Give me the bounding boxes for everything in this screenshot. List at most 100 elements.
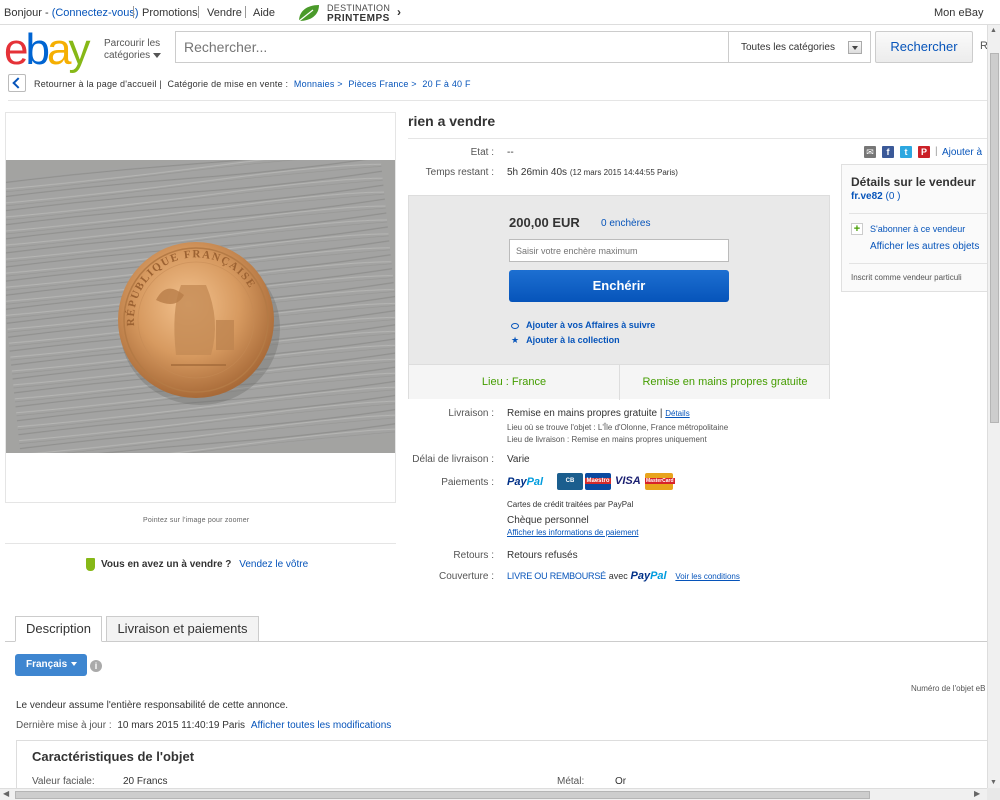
promo-line-2: PRINTEMPS — [327, 13, 390, 24]
promo-line-1: DESTINATION — [327, 3, 391, 13]
browse-line-2: catégories — [104, 50, 151, 61]
dropdown-arrow-icon — [848, 41, 862, 54]
divider — [5, 543, 396, 544]
watch-link[interactable]: Ajouter à vos Affaires à suivre — [511, 320, 655, 330]
seller-registered-text: Inscrit comme vendeur particuli — [851, 273, 962, 282]
shipping-details-link[interactable]: Détails — [665, 409, 689, 418]
breadcrumb-item[interactable]: Monnaies — [294, 79, 335, 89]
last-update: Dernière mise à jour : 10 mars 2015 11:4… — [16, 720, 391, 731]
collection-link[interactable]: ★ Ajouter à la collection — [511, 335, 620, 346]
promotions-link[interactable]: Promotions — [142, 7, 198, 19]
condition-value: -- — [507, 147, 514, 158]
help-link[interactable]: Aide — [253, 7, 275, 19]
condition-label: Etat : — [470, 147, 494, 158]
scrollbar-thumb[interactable] — [990, 53, 999, 423]
cards-note: Cartes de crédit traitées par PayPal — [507, 500, 634, 509]
scroll-up-icon[interactable]: ▲ — [990, 27, 997, 34]
ebay-logo[interactable]: ebay — [4, 28, 90, 72]
subscribe-seller-link[interactable]: S'abonner à ce vendeur — [870, 224, 965, 234]
tab-shipping-payments[interactable]: Livraison et paiements — [106, 616, 259, 642]
sign-in-link[interactable]: (Connectez-vous) — [52, 7, 139, 19]
back-arrow-button[interactable] — [8, 74, 26, 92]
breadcrumb-item[interactable]: 20 F à 40 F — [422, 79, 470, 89]
cheque-option: Chèque personnel — [507, 515, 589, 526]
seller-name[interactable]: fr.ve82 (0 ) — [851, 191, 900, 202]
bid-count-link[interactable]: 0 enchères — [601, 218, 650, 229]
divider — [849, 213, 989, 214]
countdown: 5h 26min 40s — [507, 167, 568, 178]
item-location-detail: Lieu où se trouve l'objet : L'Île d'Olon… — [507, 423, 729, 432]
returns-value: Retours refusés — [507, 550, 578, 561]
breadcrumb-item[interactable]: Pièces France — [348, 79, 408, 89]
sell-question: Vous en avez un à vendre ? — [101, 559, 232, 571]
leaf-icon — [298, 5, 319, 22]
search-box — [175, 31, 728, 63]
payments-label: Paiements : — [441, 477, 494, 488]
conditions-link[interactable]: Voir les conditions — [675, 572, 739, 581]
twitter-icon[interactable]: t — [900, 146, 912, 158]
facebook-icon[interactable]: f — [882, 146, 894, 158]
scrollbar-corner — [987, 788, 1000, 800]
back-home-link[interactable]: Retourner à la page d'accueil — [34, 79, 157, 89]
plus-icon[interactable]: + — [851, 223, 863, 235]
divider — [8, 100, 988, 101]
add-to-list-link[interactable]: Ajouter à — [942, 147, 982, 158]
item-photo[interactable]: RÉPUBLIQUE FRANÇAISE — [6, 160, 395, 453]
paypal-logo: PayPal — [630, 570, 667, 582]
eye-icon — [511, 322, 519, 329]
divider — [408, 138, 988, 139]
delivery-delay-label: Délai de livraison : — [412, 454, 494, 465]
paypal-logo: PayPal — [507, 476, 544, 488]
seller-responsibility-text: Le vendeur assume l'entière responsabili… — [16, 700, 289, 711]
chevron-right-icon: › — [397, 5, 401, 19]
info-icon[interactable]: i — [90, 660, 102, 672]
language-select-button[interactable]: Français — [15, 654, 87, 676]
delivery-delay-value: Varie — [507, 454, 530, 465]
scroll-down-icon[interactable]: ▼ — [990, 779, 997, 786]
browse-categories-button[interactable]: Parcourir les catégories — [104, 38, 162, 62]
current-price: 200,00 EUR — [509, 215, 580, 230]
caret-down-icon — [71, 662, 78, 667]
place-bid-button[interactable]: Enchérir — [509, 270, 729, 302]
seller-info-box: Détails sur le vendeur fr.ve82 (0 ) + S'… — [841, 164, 991, 292]
delivery-location: Lieu de livraison : Remise en mains prop… — [507, 435, 707, 444]
horizontal-scrollbar[interactable]: ◀ ▶ — [0, 788, 987, 800]
price-tag-icon — [86, 558, 95, 571]
scroll-right-icon[interactable]: ▶ — [974, 789, 980, 798]
search-button[interactable]: Rechercher — [875, 31, 973, 63]
breadcrumb-label: Catégorie de mise en vente : — [167, 79, 289, 89]
share-divider: | — [935, 146, 938, 157]
payment-info-link[interactable]: Afficher les informations de paiement — [507, 528, 638, 537]
tab-description[interactable]: Description — [15, 616, 102, 642]
returns-label: Retours : — [453, 550, 494, 561]
face-value-label: Valeur faciale: — [32, 776, 95, 787]
last-update-label: Dernière mise à jour : — [16, 720, 112, 731]
sell-link[interactable]: Vendre — [207, 7, 242, 19]
caret-down-icon — [153, 52, 162, 58]
mail-icon[interactable]: ✉ — [864, 146, 876, 158]
scroll-left-icon[interactable]: ◀ — [3, 789, 9, 798]
divider — [849, 263, 989, 264]
time-left-value: 5h 26min 40s (12 mars 2015 14:44:55 Pari… — [507, 167, 678, 178]
my-ebay-link[interactable]: Mon eBay — [934, 7, 984, 19]
vertical-scrollbar[interactable]: ▲ ▼ — [987, 25, 1000, 788]
view-modifications-link[interactable]: Afficher toutes les modifications — [251, 720, 391, 731]
pickup-option: Remise en mains propres gratuite — [642, 376, 808, 388]
search-input[interactable] — [176, 32, 728, 62]
breadcrumb-arrow: > — [411, 79, 417, 89]
face-value: 20 Francs — [123, 776, 168, 787]
bid-input-wrapper — [509, 239, 729, 262]
star-icon: ★ — [511, 335, 520, 345]
seller-other-items-link[interactable]: Afficher les autres objets — [870, 241, 979, 252]
scrollbar-thumb[interactable] — [15, 791, 870, 799]
sell-yours-link[interactable]: Vendez le vôtre — [239, 559, 308, 570]
metal-value: Or — [615, 776, 627, 787]
time-left-label: Temps restant : — [425, 167, 494, 178]
breadcrumb-arrow: > — [337, 79, 343, 89]
coverage-label: Couverture : — [438, 571, 494, 582]
bid-input[interactable] — [510, 240, 728, 261]
specifics-heading: Caractéristiques de l'objet — [32, 749, 195, 764]
pinterest-icon[interactable]: P — [918, 146, 930, 158]
maestro-card-icon: Maestro — [585, 473, 611, 490]
category-select[interactable]: Toutes les catégories — [728, 31, 871, 63]
